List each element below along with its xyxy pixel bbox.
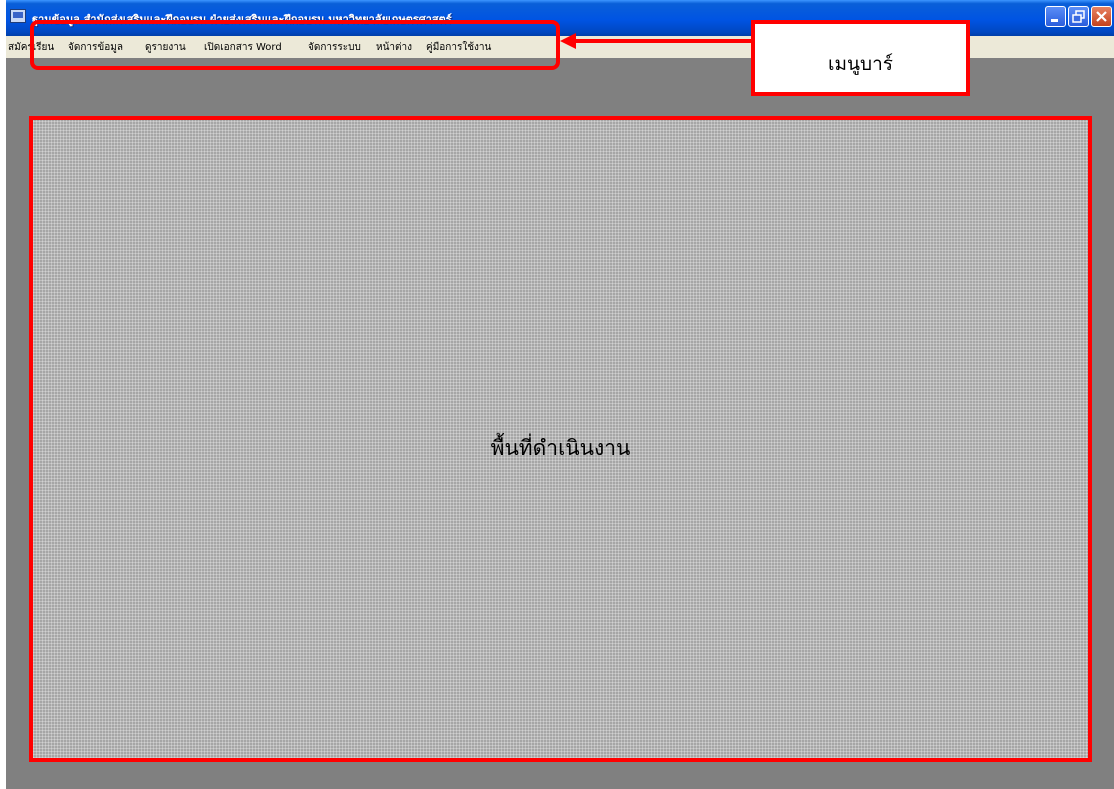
close-icon: [1096, 11, 1107, 22]
menubar-callout: เมนูบาร์: [751, 20, 970, 96]
app-icon[interactable]: [10, 9, 26, 23]
mdi-workspace[interactable]: พื้นที่ดำเนินงาน: [29, 116, 1092, 762]
minimize-button[interactable]: [1045, 6, 1066, 27]
menubar-callout-label: เมนูบาร์: [828, 53, 893, 75]
workspace-label: พื้นที่ดำเนินงาน: [490, 436, 631, 460]
restore-button[interactable]: [1068, 6, 1089, 27]
minimize-icon: [1051, 19, 1058, 22]
restore-icon: [1072, 10, 1085, 23]
close-button[interactable]: [1091, 6, 1112, 27]
arrow-left-icon: [560, 33, 752, 49]
menubar-highlight-box: [30, 20, 560, 70]
